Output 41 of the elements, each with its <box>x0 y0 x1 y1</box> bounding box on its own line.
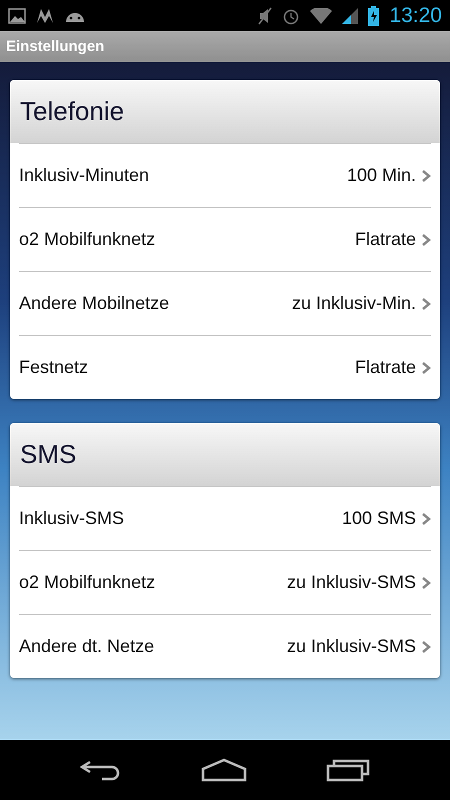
row-value: 100 Min. <box>346 165 416 186</box>
chevron-icon <box>422 234 431 246</box>
row-label: Andere Mobilnetze <box>19 293 170 314</box>
row-label: Festnetz <box>19 357 90 378</box>
battery-icon <box>368 6 380 26</box>
section-header: SMS <box>10 423 440 486</box>
settings-row[interactable]: Andere dt. Netze zu Inklusiv-SMS <box>19 614 431 678</box>
recent-apps-icon[interactable] <box>326 758 370 782</box>
chevron-icon <box>422 298 431 310</box>
row-value: 100 SMS <box>342 508 416 529</box>
chevron-icon <box>422 170 431 182</box>
chevron-icon <box>422 362 431 374</box>
muted-speaker-icon <box>258 6 272 24</box>
row-value: Flatrate <box>354 357 416 378</box>
back-icon[interactable] <box>80 759 122 781</box>
row-label: Andere dt. Netze <box>19 636 156 657</box>
chevron-icon <box>422 576 431 588</box>
row-label: o2 Mobilfunknetz <box>19 572 156 593</box>
settings-row[interactable]: o2 Mobilfunknetz Flatrate <box>19 207 431 271</box>
row-label: Inklusiv-SMS <box>19 508 126 529</box>
signal-icon <box>342 8 358 24</box>
status-time: 13:20 <box>389 4 442 28</box>
screen-title: Einstellungen <box>6 38 104 55</box>
row-value: Flatrate <box>354 229 416 250</box>
section-header: Telefonie <box>10 80 440 143</box>
row-label: Inklusiv-Minuten <box>19 165 150 186</box>
m-logo-icon <box>36 8 54 22</box>
settings-row[interactable]: o2 Mobilfunknetz zu Inklusiv-SMS <box>19 550 431 614</box>
settings-row[interactable]: Inklusiv-SMS 100 SMS <box>19 486 431 550</box>
row-label: o2 Mobilfunknetz <box>19 229 156 250</box>
row-value: zu Inklusiv-SMS <box>286 572 416 593</box>
wifi-icon <box>310 8 332 24</box>
row-value: zu Inklusiv-Min. <box>292 293 416 314</box>
settings-row[interactable]: Festnetz Flatrate <box>19 335 431 399</box>
chevron-icon <box>422 512 431 524</box>
home-icon[interactable] <box>200 758 247 782</box>
row-value: zu Inklusiv-SMS <box>286 636 416 657</box>
chevron-icon <box>422 640 431 652</box>
image-icon <box>8 8 26 24</box>
settings-row[interactable]: Andere Mobilnetze zu Inklusiv-Min. <box>19 271 431 335</box>
settings-row[interactable]: Inklusiv-Minuten 100 Min. <box>19 143 431 207</box>
